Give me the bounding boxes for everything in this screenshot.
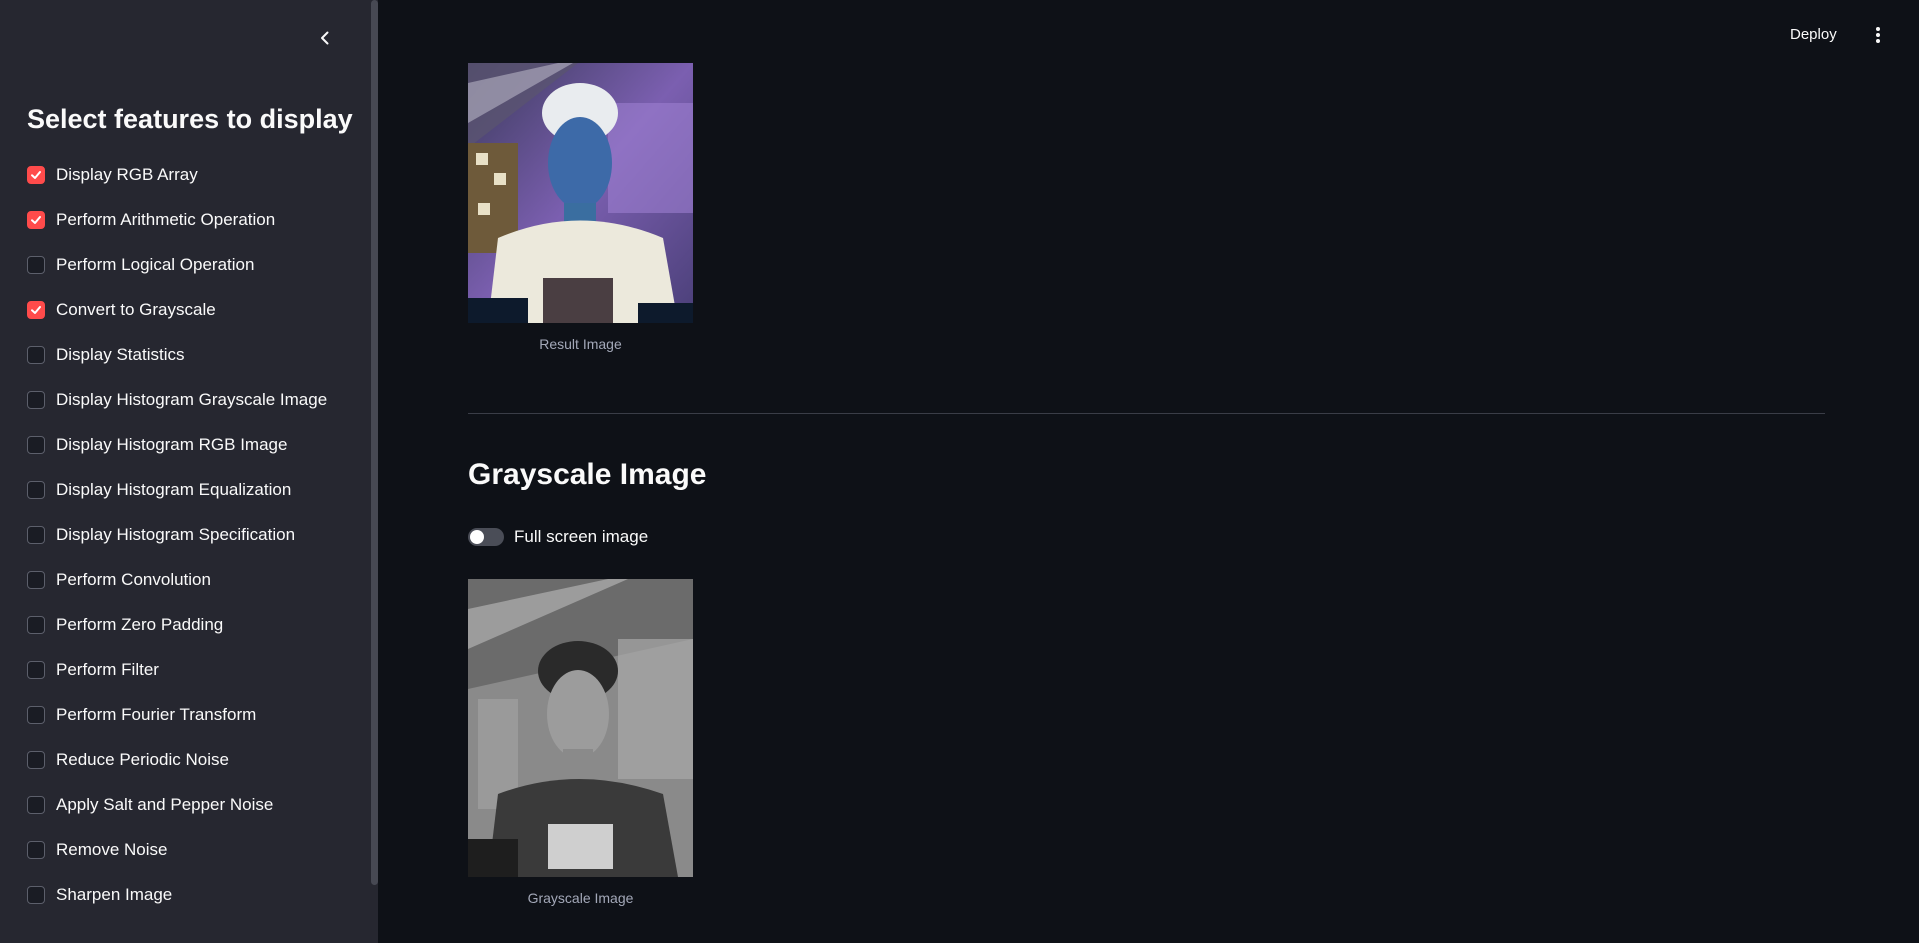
feature-label: Perform Filter — [56, 659, 159, 679]
feature-checkbox[interactable] — [27, 795, 45, 814]
feature-checkbox-item[interactable]: Remove Noise — [27, 827, 327, 872]
feature-checkbox-item[interactable]: Perform Filter — [27, 647, 327, 692]
feature-checkbox[interactable] — [27, 885, 45, 904]
feature-checkbox-item[interactable]: Convert to Grayscale — [27, 287, 327, 332]
sidebar-scrollbar[interactable] — [371, 0, 378, 885]
feature-label: Reduce Periodic Noise — [56, 749, 229, 769]
feature-checkbox[interactable] — [27, 840, 45, 859]
feature-checkbox[interactable] — [27, 165, 45, 184]
feature-checkbox-item[interactable]: Apply Salt and Pepper Noise — [27, 782, 327, 827]
main-content: Result Image Grayscale Image Full screen… — [378, 0, 1919, 943]
feature-label: Display Histogram Equalization — [56, 479, 292, 499]
feature-checkbox[interactable] — [27, 525, 45, 544]
chevron-left-icon — [321, 31, 329, 45]
feature-checkbox[interactable] — [27, 660, 45, 679]
fullscreen-toggle[interactable] — [468, 528, 504, 546]
feature-label: Perform Convolution — [56, 569, 211, 589]
checkmark-icon — [31, 215, 41, 224]
feature-label: Perform Logical Operation — [56, 254, 255, 274]
result-image-caption: Result Image — [539, 336, 622, 352]
feature-checkbox-item[interactable]: Display RGB Array — [27, 152, 327, 197]
feature-checkbox-item[interactable]: Perform Zero Padding — [27, 602, 327, 647]
feature-label: Remove Noise — [56, 839, 168, 859]
feature-label: Sharpen Image — [56, 884, 173, 904]
feature-checkbox[interactable] — [27, 345, 45, 364]
feature-checkbox[interactable] — [27, 480, 45, 499]
feature-label: Display Histogram Specification — [56, 524, 296, 544]
feature-label: Convert to Grayscale — [56, 299, 216, 319]
feature-label: Display Histogram RGB Image — [56, 434, 288, 454]
feature-checkbox-item[interactable]: Display Histogram Specification — [27, 512, 327, 557]
feature-checkbox[interactable] — [27, 435, 45, 454]
sidebar-title: Select features to display — [27, 104, 353, 134]
feature-checkbox-item[interactable]: Display Histogram Grayscale Image — [27, 377, 327, 422]
sidebar: Select features to display Display RGB A… — [0, 0, 378, 943]
feature-label: Perform Zero Padding — [56, 614, 224, 634]
checkmark-icon — [31, 305, 41, 314]
feature-label: Display RGB Array — [56, 164, 198, 184]
grayscale-image — [468, 579, 693, 877]
grayscale-image-caption: Grayscale Image — [527, 890, 634, 906]
feature-checkbox-item[interactable]: Sharpen Image — [27, 872, 327, 917]
feature-label: Apply Salt and Pepper Noise — [56, 794, 274, 814]
section-divider — [468, 413, 1825, 414]
checkmark-icon — [31, 170, 41, 179]
result-image-block: Result Image — [468, 63, 693, 352]
fullscreen-toggle-label: Full screen image — [514, 527, 649, 546]
app-root: Select features to display Display RGB A… — [0, 0, 1919, 943]
feature-checkbox[interactable] — [27, 210, 45, 229]
feature-checkbox-item[interactable]: Display Histogram RGB Image — [27, 422, 327, 467]
feature-checkbox[interactable] — [27, 255, 45, 274]
feature-label: Display Histogram Grayscale Image — [56, 389, 328, 409]
collapse-sidebar-button[interactable] — [310, 24, 340, 52]
feature-label: Perform Fourier Transform — [56, 704, 257, 724]
feature-checkbox[interactable] — [27, 300, 45, 319]
feature-checkbox[interactable] — [27, 615, 45, 634]
feature-checkbox-item[interactable]: Display Histogram Equalization — [27, 467, 327, 512]
feature-checkbox-item[interactable]: Perform Logical Operation — [27, 242, 327, 287]
grayscale-image-block: Grayscale Image — [468, 579, 693, 906]
feature-checkbox-item[interactable]: Perform Convolution — [27, 557, 327, 602]
toggle-knob — [470, 530, 484, 544]
grayscale-section-title: Grayscale Image — [468, 458, 707, 491]
feature-checkbox-item[interactable]: Display Statistics — [27, 332, 327, 377]
feature-checkbox[interactable] — [27, 570, 45, 589]
fullscreen-toggle-row: Full screen image — [468, 527, 648, 547]
result-image — [468, 63, 693, 323]
feature-checkbox[interactable] — [27, 705, 45, 724]
feature-checkbox-item[interactable]: Reduce Periodic Noise — [27, 737, 327, 782]
feature-label: Perform Arithmetic Operation — [56, 209, 276, 229]
feature-checkbox[interactable] — [27, 750, 45, 769]
feature-checkbox-item[interactable]: Perform Fourier Transform — [27, 692, 327, 737]
feature-list: Display RGB Array Perform Arithmetic Oper… — [27, 152, 327, 917]
feature-checkbox[interactable] — [27, 390, 45, 409]
feature-label: Display Statistics — [56, 344, 185, 364]
feature-checkbox-item[interactable]: Perform Arithmetic Operation — [27, 197, 327, 242]
